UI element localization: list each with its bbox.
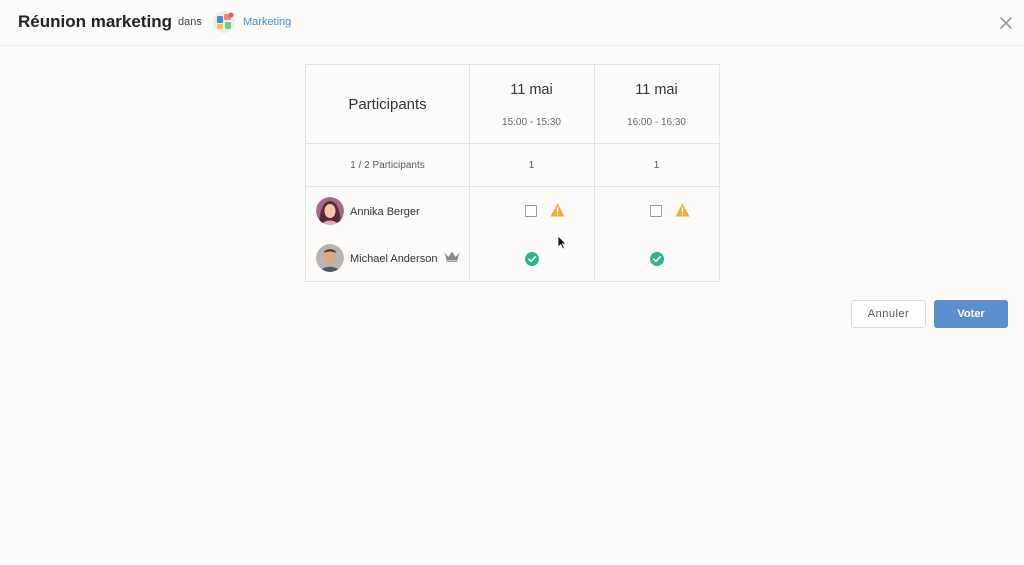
check-circle-icon: [525, 252, 539, 266]
avatar: [316, 197, 344, 225]
crown-icon: [445, 251, 459, 262]
close-icon[interactable]: [997, 14, 1015, 32]
participant-row: Michael Anderson: [306, 235, 469, 281]
dialog-title: Réunion marketing: [18, 12, 172, 31]
poll-table: Participants 11 mai 15:00 - 15:30 11 mai…: [305, 64, 720, 282]
cancel-button[interactable]: Annuler: [851, 300, 926, 328]
vote-checkbox[interactable]: [650, 205, 662, 217]
participant-row: Annika Berger: [306, 188, 469, 234]
row-divider: [306, 186, 719, 187]
participant-name: Annika Berger: [350, 206, 420, 218]
option-time: 15:00 - 15:30: [502, 117, 561, 128]
avatar: [316, 244, 344, 272]
option-time: 16:00 - 16:30: [627, 117, 686, 128]
warning-icon: [550, 203, 565, 217]
option-date: 11 mai: [635, 82, 678, 98]
space-link[interactable]: Marketing: [243, 16, 291, 28]
option-date: 11 mai: [510, 82, 553, 98]
date-option-1: 11 mai 15:00 - 15:30: [469, 65, 594, 143]
vote-count-option-1: 1: [528, 159, 535, 171]
mouse-cursor-icon: [557, 235, 567, 250]
space-avatar-icon[interactable]: [212, 10, 236, 34]
vote-count-option-2: 1: [653, 159, 660, 171]
vote-button[interactable]: Voter: [934, 300, 1008, 328]
vote-checkbox[interactable]: [525, 205, 537, 217]
participants-header: Participants: [348, 95, 427, 113]
participants-count: 1 / 2 Participants: [350, 159, 425, 171]
dialog-header: Réunion marketing dans Marketing: [0, 0, 1024, 46]
date-option-2: 11 mai 16:00 - 16:30: [594, 65, 719, 143]
warning-icon: [675, 203, 690, 217]
participant-name: Michael Anderson: [350, 253, 438, 265]
check-circle-icon: [650, 252, 664, 266]
in-label: dans: [178, 16, 202, 28]
